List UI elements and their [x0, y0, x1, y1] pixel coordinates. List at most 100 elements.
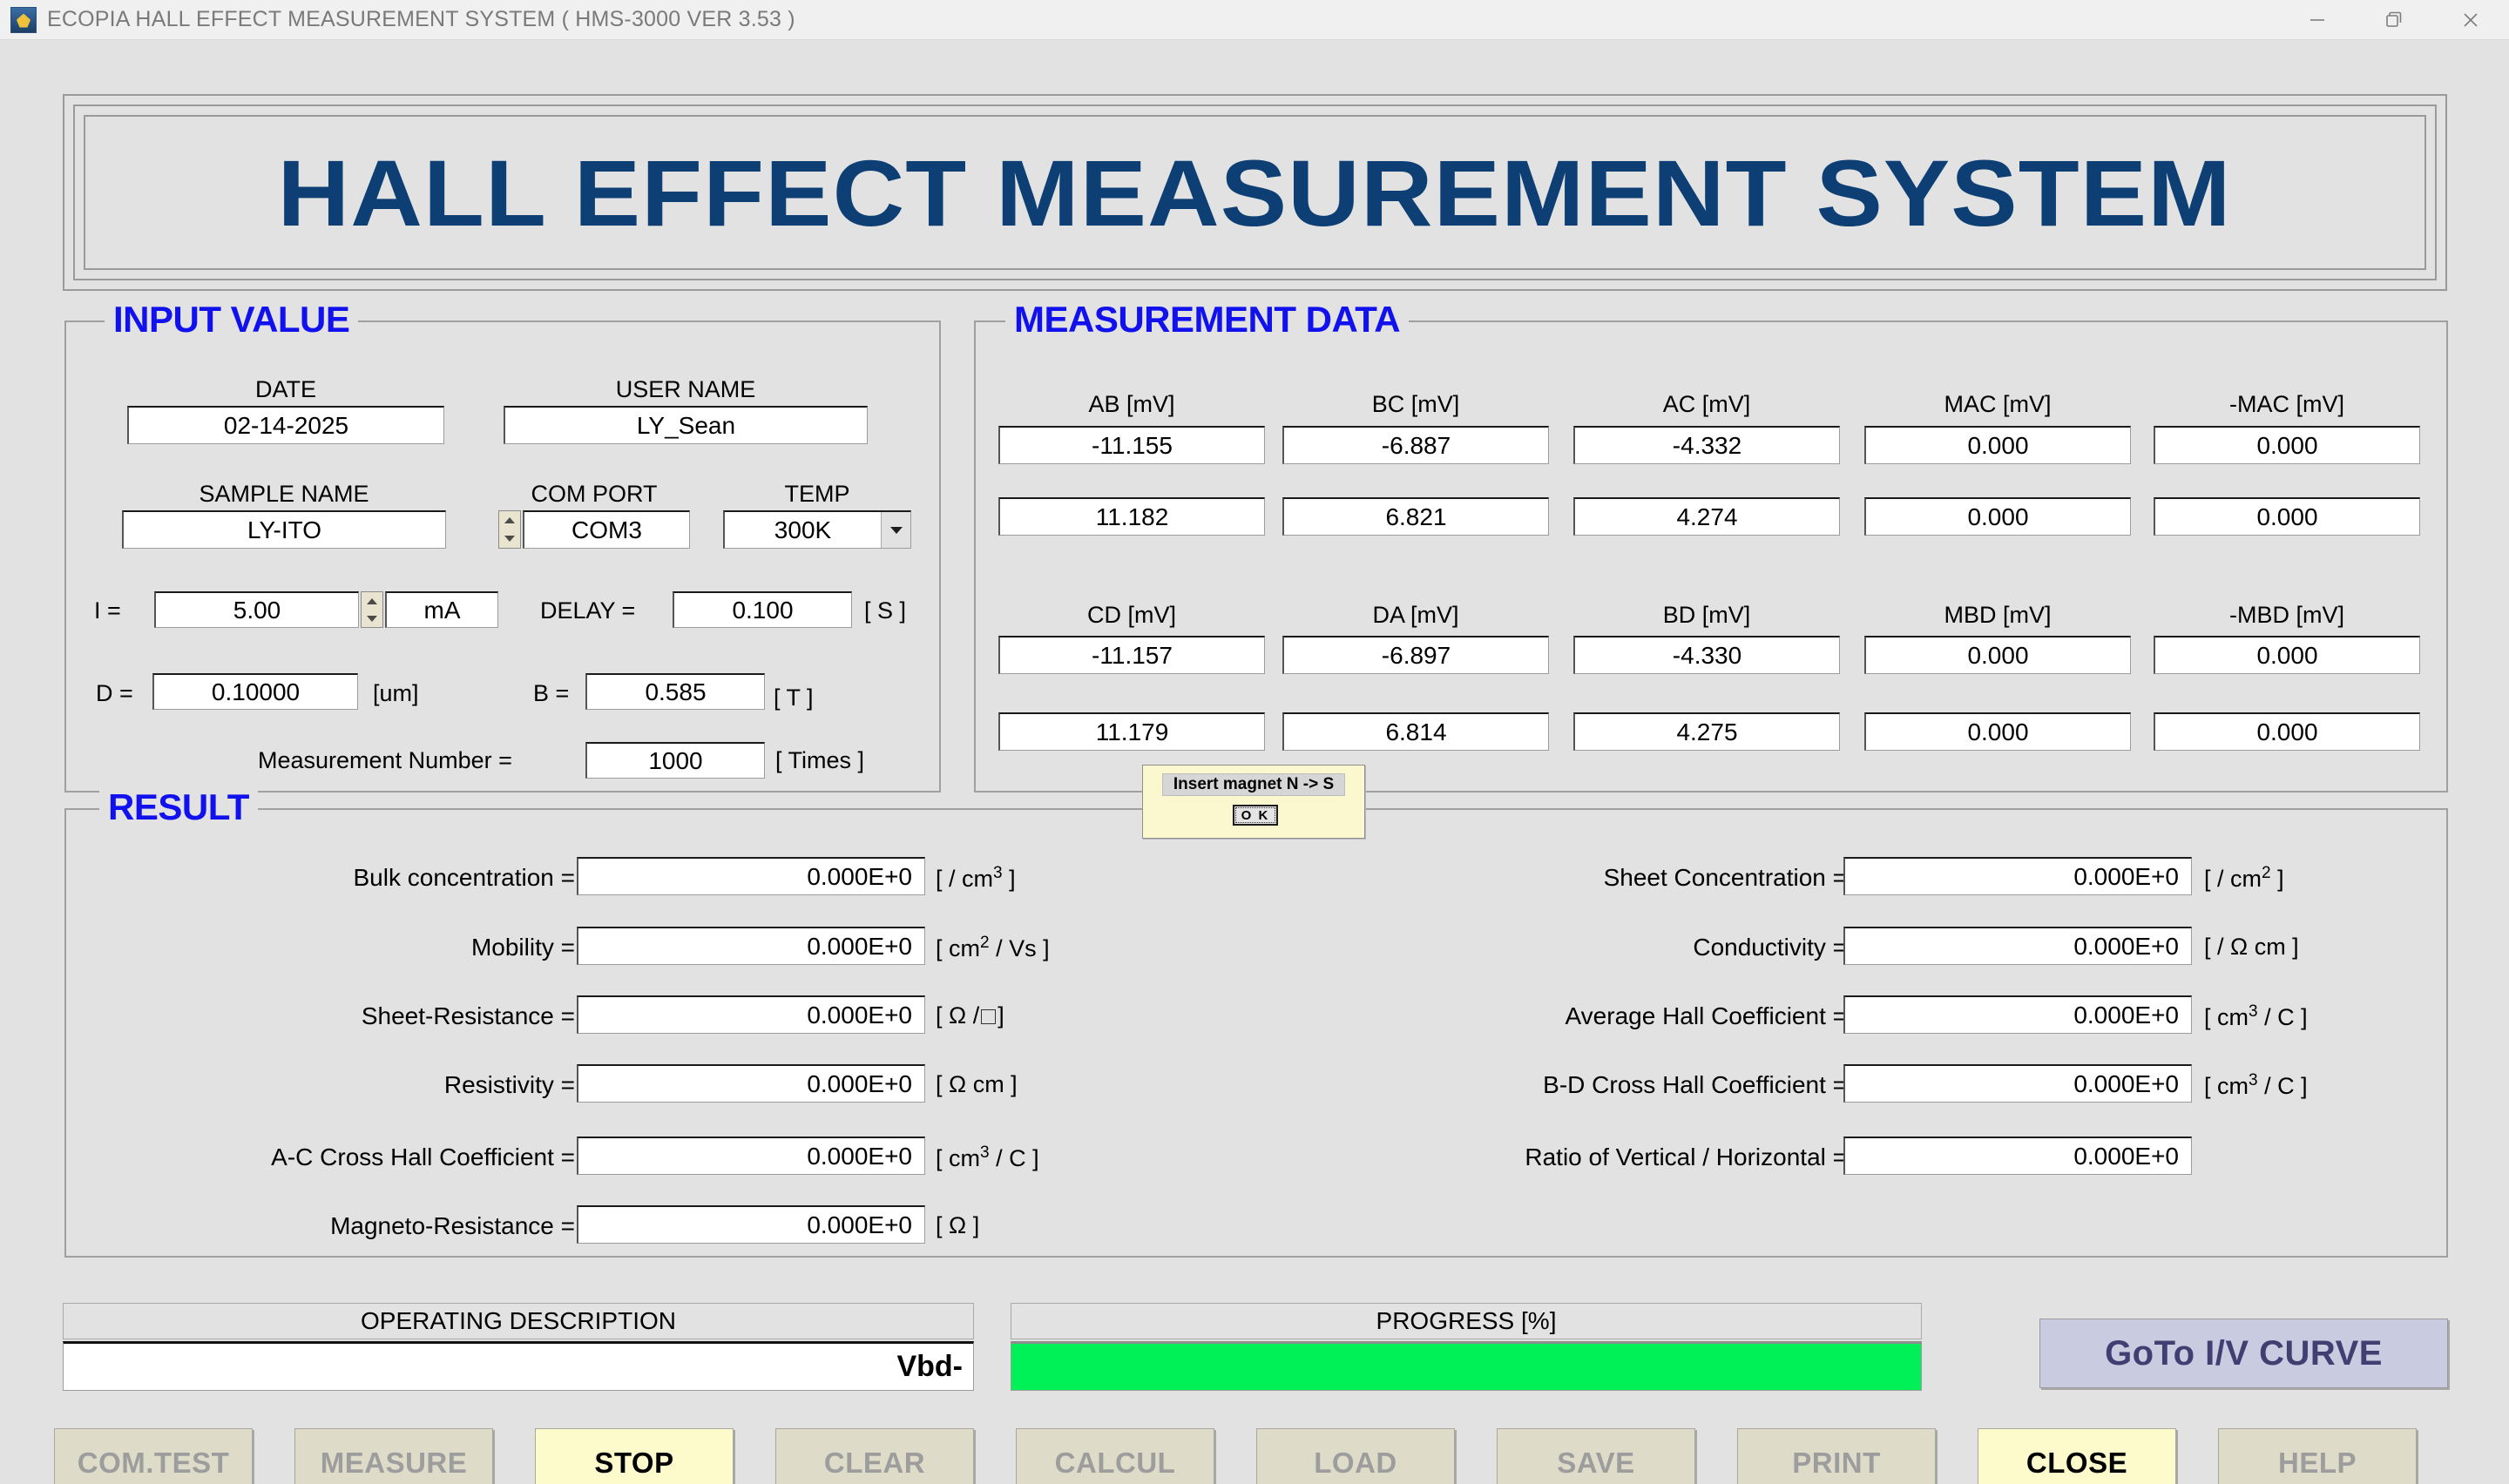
restore-icon[interactable]: [2356, 0, 2432, 39]
meas-value-ab-2[interactable]: 11.182: [998, 497, 1265, 536]
result-value-resistivity: 0.000E+0: [577, 1064, 925, 1103]
spinner-down-icon[interactable]: [362, 610, 382, 627]
user-name-input[interactable]: LY_Sean: [504, 406, 868, 444]
com-port-label: COM PORT: [531, 481, 658, 507]
spinner-up-icon[interactable]: [499, 511, 520, 530]
minimize-icon[interactable]: [2279, 0, 2356, 39]
result-value-bulk-concentration: 0.000E+0: [577, 857, 925, 895]
dialog-ok-button[interactable]: O K: [1233, 805, 1278, 826]
help-button[interactable]: HELP: [2218, 1428, 2417, 1484]
delay-label: DELAY =: [540, 597, 636, 624]
result-value-ratio-vertical-horizontal: 0.000E+0: [1843, 1137, 2192, 1175]
result-label-average-hall-coefficient: Average Hall Coefficient =: [1565, 1002, 1848, 1029]
current-spinner[interactable]: [361, 591, 383, 628]
sample-name-input[interactable]: LY-ITO: [122, 510, 446, 549]
result-unit-mobility: [ cm2 / Vs ]: [936, 934, 1050, 961]
com-port-input[interactable]: COM3: [523, 510, 690, 549]
sample-name-label: SAMPLE NAME: [199, 481, 369, 507]
meas-value-neg-mac-1[interactable]: 0.000: [2154, 426, 2420, 464]
meas-value-mac-1[interactable]: 0.000: [1864, 426, 2131, 464]
clear-button[interactable]: CLEAR: [775, 1428, 974, 1484]
save-button[interactable]: SAVE: [1497, 1428, 1695, 1484]
meas-header-neg-mac: -MAC [mV]: [2229, 391, 2344, 417]
stop-button[interactable]: STOP: [535, 1428, 734, 1484]
result-unit-sheet-resistance: [ Ω /]: [936, 1002, 1004, 1029]
result-value-ac-cross-hall: 0.000E+0: [577, 1137, 925, 1175]
result-unit-average-hall-coefficient: [ cm3 / C ]: [2204, 1002, 2308, 1030]
meas-value-bc-2[interactable]: 6.821: [1282, 497, 1549, 536]
close-icon[interactable]: [2432, 0, 2509, 39]
current-unit-display: mA: [385, 591, 498, 628]
operating-description-header: OPERATING DESCRIPTION: [63, 1303, 974, 1339]
command-button-row: COM.TEST MEASURE STOP CLEAR CALCUL LOAD …: [0, 1428, 2509, 1484]
calcul-button[interactable]: CALCUL: [1016, 1428, 1214, 1484]
insert-magnet-dialog: Insert magnet N -> S O K: [1142, 765, 1365, 839]
meas-value-ac-1[interactable]: -4.332: [1573, 426, 1840, 464]
meas-header-ac: AC [mV]: [1662, 391, 1751, 417]
temp-select[interactable]: 300K: [723, 510, 911, 549]
measure-button[interactable]: MEASURE: [294, 1428, 493, 1484]
result-label-magneto-resistance: Magneto-Resistance =: [330, 1212, 575, 1239]
meas-value-neg-mac-2[interactable]: 0.000: [2154, 497, 2420, 536]
delay-unit: [ S ]: [864, 597, 907, 624]
result-unit-conductivity: [ / Ω cm ]: [2204, 934, 2299, 960]
meas-header-bd: BD [mV]: [1662, 602, 1751, 628]
result-unit-resistivity: [ Ω cm ]: [936, 1071, 1018, 1097]
meas-value-da-1[interactable]: -6.897: [1282, 636, 1549, 674]
result-unit-ac-cross-hall: [ cm3 / C ]: [936, 1143, 1039, 1171]
meas-header-mbd: MBD [mV]: [1944, 602, 2052, 628]
load-button[interactable]: LOAD: [1256, 1428, 1455, 1484]
progress-header: PROGRESS [%]: [1011, 1303, 1922, 1339]
meas-value-ab-1[interactable]: -11.155: [998, 426, 1265, 464]
meas-value-da-2[interactable]: 6.814: [1282, 712, 1549, 751]
result-unit-bd-cross-hall: [ cm3 / C ]: [2204, 1071, 2308, 1099]
result-value-average-hall-coefficient: 0.000E+0: [1843, 995, 2192, 1034]
banner-title-text: HALL EFFECT MEASUREMENT SYSTEM: [277, 139, 2233, 246]
chevron-down-icon[interactable]: [881, 512, 910, 548]
result-legend: RESULT: [99, 786, 258, 828]
title-banner: HALL EFFECT MEASUREMENT SYSTEM: [63, 94, 2447, 291]
temp-select-value: 300K: [774, 516, 832, 543]
delay-input[interactable]: 0.100: [673, 591, 852, 628]
result-label-bulk-concentration: Bulk concentration =: [353, 864, 576, 891]
window-title: ECOPIA HALL EFFECT MEASUREMENT SYSTEM ( …: [47, 7, 795, 31]
com-test-button[interactable]: COM.TEST: [54, 1428, 253, 1484]
close-button[interactable]: CLOSE: [1978, 1428, 2176, 1484]
meas-value-ac-2[interactable]: 4.274: [1573, 497, 1840, 536]
current-label: I =: [94, 597, 121, 624]
meas-value-mbd-2[interactable]: 0.000: [1864, 712, 2131, 751]
result-unit-bulk-concentration: [ / cm3 ]: [936, 864, 1016, 892]
field-input[interactable]: 0.585: [585, 673, 765, 710]
meas-value-neg-mbd-2[interactable]: 0.000: [2154, 712, 2420, 751]
app-icon: [10, 6, 37, 33]
meas-value-bc-1[interactable]: -6.887: [1282, 426, 1549, 464]
spinner-down-icon[interactable]: [499, 530, 520, 548]
current-input[interactable]: 5.00: [154, 591, 359, 628]
field-label: B =: [533, 680, 570, 706]
meas-value-mbd-1[interactable]: 0.000: [1864, 636, 2131, 674]
meas-value-cd-1[interactable]: -11.157: [998, 636, 1265, 674]
meas-value-cd-2[interactable]: 11.179: [998, 712, 1265, 751]
user-name-label: USER NAME: [615, 376, 756, 402]
result-label-resistivity: Resistivity =: [443, 1071, 575, 1098]
meas-value-neg-mbd-1[interactable]: 0.000: [2154, 636, 2420, 674]
field-unit: [ T ]: [774, 685, 814, 711]
meas-header-bc: BC [mV]: [1371, 391, 1460, 417]
print-button[interactable]: PRINT: [1737, 1428, 1936, 1484]
com-port-spinner[interactable]: [498, 510, 521, 549]
date-label: DATE: [254, 376, 316, 402]
thickness-input[interactable]: 0.10000: [152, 673, 358, 710]
spinner-up-icon[interactable]: [362, 592, 382, 610]
result-value-mobility: 0.000E+0: [577, 927, 925, 965]
date-input[interactable]: 02-14-2025: [127, 406, 444, 444]
window-titlebar: ECOPIA HALL EFFECT MEASUREMENT SYSTEM ( …: [0, 0, 2509, 40]
progress-bar: [1011, 1341, 1922, 1391]
result-label-bd-cross-hall: B-D Cross Hall Coefficient =: [1543, 1071, 1847, 1098]
goto-iv-curve-button[interactable]: GoTo I/V CURVE: [2039, 1319, 2448, 1388]
meas-value-bd-2[interactable]: 4.275: [1573, 712, 1840, 751]
meas-value-mac-2[interactable]: 0.000: [1864, 497, 2131, 536]
meas-value-bd-1[interactable]: -4.330: [1573, 636, 1840, 674]
measurement-number-input[interactable]: 1000: [585, 742, 765, 779]
result-value-conductivity: 0.000E+0: [1843, 927, 2192, 965]
meas-header-mac: MAC [mV]: [1944, 391, 2052, 417]
